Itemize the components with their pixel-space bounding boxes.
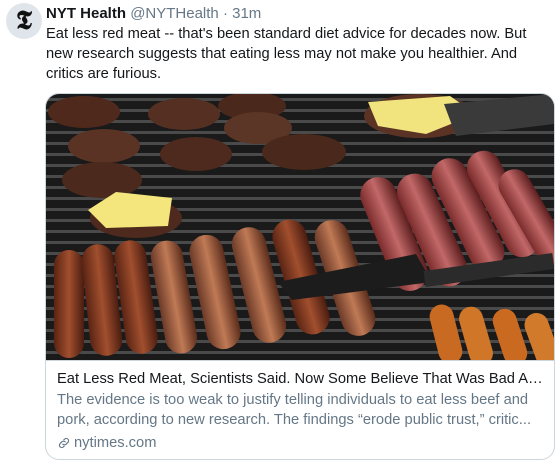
author-handle[interactable]: @NYTHealth [130, 5, 219, 22]
avatar[interactable]: 𝕿 [6, 3, 42, 39]
link-card[interactable]: Eat Less Red Meat, Scientists Said. Now … [45, 93, 555, 460]
link-icon [58, 437, 70, 449]
card-image[interactable] [46, 94, 554, 360]
card-domain[interactable]: nytimes.com [57, 433, 156, 453]
card-body: Eat Less Red Meat, Scientists Said. Now … [46, 360, 554, 451]
tweet-text: Eat less red meat -- that's been standar… [46, 26, 527, 82]
card-title[interactable]: Eat Less Red Meat, Scientists Said. Now … [57, 369, 547, 389]
tweet-timestamp[interactable]: 31m [232, 5, 261, 22]
author-name[interactable]: NYT Health [46, 5, 126, 22]
card-domain-text[interactable]: nytimes.com [74, 433, 156, 453]
separator-dot: · [222, 5, 228, 22]
card-description: The evidence is too weak to justify tell… [57, 392, 532, 428]
tweet-header: NYT Health @NYTHealth · 31m [46, 4, 261, 24]
